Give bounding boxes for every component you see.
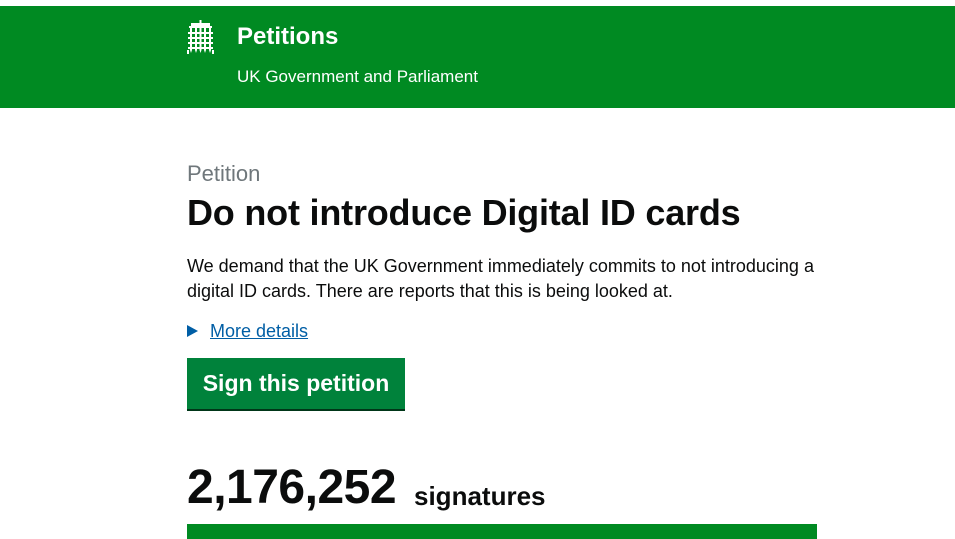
petition-summary: We demand that the UK Government immedia… — [187, 256, 814, 301]
site-title-link[interactable]: Petitions — [237, 22, 338, 52]
page-title: Do not introduce Digital ID cards — [187, 192, 741, 233]
sign-petition-button[interactable]: Sign this petition — [187, 358, 405, 409]
site-subtitle: UK Government and Parliament — [237, 67, 478, 86]
signature-label: signatures — [414, 481, 546, 511]
more-details-toggle[interactable]: More details — [187, 318, 308, 344]
page-caption: Petition — [187, 161, 261, 186]
signature-progress-fill — [187, 524, 817, 539]
portcullis-icon — [187, 20, 214, 54]
more-details-link[interactable]: More details — [210, 318, 308, 344]
signature-progress-bar — [187, 524, 817, 539]
signature-count: 2,176,252 — [187, 461, 397, 514]
triangle-right-icon — [187, 325, 198, 337]
site-header: Petitions UK Government and Parliament — [0, 6, 955, 108]
